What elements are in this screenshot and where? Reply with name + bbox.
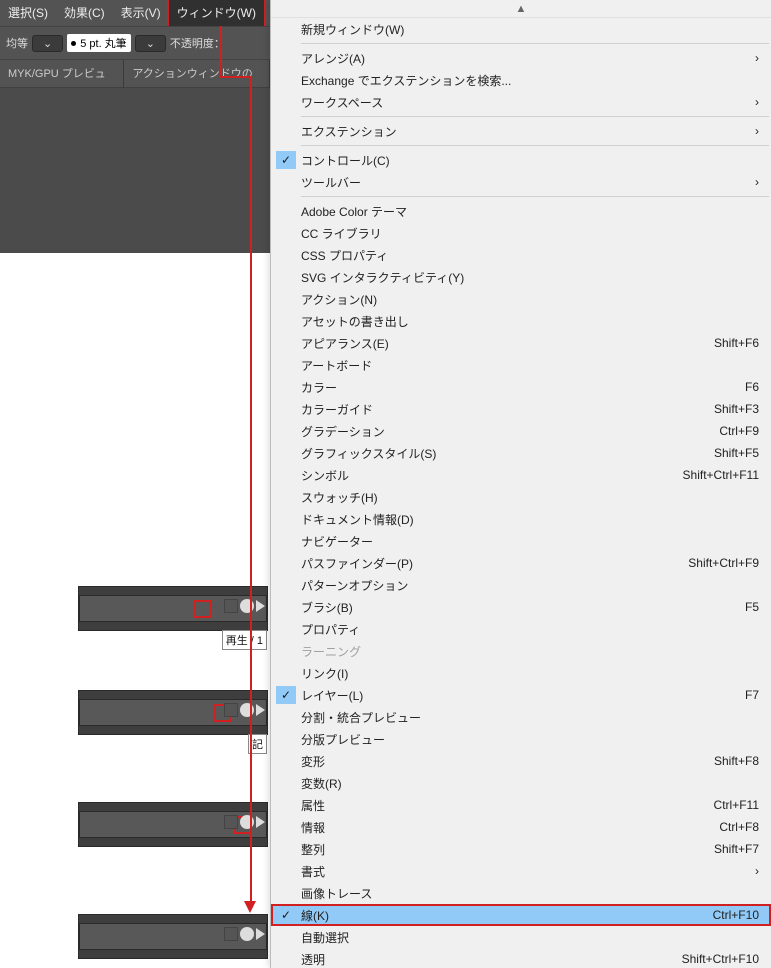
menu-item-artboard[interactable]: アートボード bbox=[271, 354, 771, 376]
chevron-right-icon: › bbox=[747, 51, 759, 65]
menu-item-swatch[interactable]: スウォッチ(H) bbox=[271, 486, 771, 508]
menu-item-exchange[interactable]: Exchange でエクステンションを検索... bbox=[271, 69, 771, 91]
uniform-dropdown[interactable]: ⌄ bbox=[32, 35, 63, 52]
menu-item-control[interactable]: ✓ コントロール(C) bbox=[271, 149, 771, 171]
opacity-label: 不透明度： bbox=[170, 35, 225, 51]
strip-label: 再生 / 1 bbox=[222, 630, 267, 650]
chevron-right-icon: › bbox=[747, 124, 759, 138]
check-icon: ✓ bbox=[276, 686, 296, 704]
document-tabbar: MYK/GPU プレビュー) × アクションウィンドウのボタン bbox=[0, 60, 270, 88]
menu-item-image-trace[interactable]: 画像トレース bbox=[271, 882, 771, 904]
stop-icon[interactable] bbox=[224, 703, 238, 717]
uniform-label: 均等 bbox=[6, 35, 28, 51]
menu-item-info[interactable]: 情報Ctrl+F8 bbox=[271, 816, 771, 838]
guide-arrow bbox=[250, 76, 252, 901]
menu-item-transform[interactable]: 変形Shift+F8 bbox=[271, 750, 771, 772]
menu-item-separation[interactable]: 分版プレビュー bbox=[271, 728, 771, 750]
transport-strip-1: 再生 / 1 bbox=[78, 586, 268, 631]
window-dropdown-menu: ▲ 新規ウィンドウ(W) アレンジ(A)› Exchange でエクステンション… bbox=[270, 0, 771, 968]
document-tab-2[interactable]: アクションウィンドウのボタン bbox=[124, 60, 270, 88]
menu-item-graphic-style[interactable]: グラフィックスタイル(S)Shift+F5 bbox=[271, 442, 771, 464]
separator bbox=[301, 43, 769, 44]
play-icon[interactable] bbox=[256, 816, 265, 828]
menu-item-workspace[interactable]: ワークスペース› bbox=[271, 91, 771, 113]
menu-item-navigator[interactable]: ナビゲーター bbox=[271, 530, 771, 552]
menu-item-transparency[interactable]: 透明Shift+Ctrl+F10 bbox=[271, 948, 771, 968]
guide-arrow bbox=[220, 76, 250, 78]
menu-item-asset-export[interactable]: アセットの書き出し bbox=[271, 310, 771, 332]
menu-item-pattern-opt[interactable]: パターンオプション bbox=[271, 574, 771, 596]
stop-icon[interactable] bbox=[224, 815, 238, 829]
menu-item-action[interactable]: アクション(N) bbox=[271, 288, 771, 310]
separator bbox=[301, 145, 769, 146]
play-icon[interactable] bbox=[256, 704, 265, 716]
check-icon: ✓ bbox=[281, 908, 291, 922]
transport-strip-4 bbox=[78, 914, 268, 959]
menu-view[interactable]: 表示(V) bbox=[113, 0, 169, 26]
stroke-weight-value: 5 pt. 丸筆 bbox=[80, 35, 126, 51]
chevron-right-icon: › bbox=[747, 864, 759, 878]
options-toolbar: 均等 ⌄ 5 pt. 丸筆 ⌄ 不透明度： bbox=[0, 26, 270, 60]
menu-item-color-guide[interactable]: カラーガイドShift+F3 bbox=[271, 398, 771, 420]
menu-item-layer[interactable]: ✓ レイヤー(L)F7 bbox=[271, 684, 771, 706]
stop-icon[interactable] bbox=[224, 927, 238, 941]
menu-item-link[interactable]: リンク(I) bbox=[271, 662, 771, 684]
menu-window[interactable]: ウィンドウ(W) bbox=[169, 0, 264, 26]
menu-item-new-window[interactable]: 新規ウィンドウ(W) bbox=[271, 18, 771, 40]
canvas-dark-top bbox=[0, 88, 270, 253]
scroll-up-arrow[interactable]: ▲ bbox=[271, 0, 771, 18]
menu-item-gradation[interactable]: グラデーションCtrl+F9 bbox=[271, 420, 771, 442]
chevron-right-icon: › bbox=[747, 95, 759, 109]
stroke-weight-dropdown[interactable]: ⌄ bbox=[135, 35, 166, 52]
menu-select[interactable]: 選択(S) bbox=[0, 0, 56, 26]
menu-item-color[interactable]: カラーF6 bbox=[271, 376, 771, 398]
menu-item-toolbar[interactable]: ツールバー› bbox=[271, 171, 771, 193]
menu-item-css-props[interactable]: CSS プロパティ bbox=[271, 244, 771, 266]
highlight-box bbox=[194, 600, 212, 618]
menu-item-variables[interactable]: 変数(R) bbox=[271, 772, 771, 794]
stop-icon[interactable] bbox=[224, 599, 238, 613]
menu-item-brush[interactable]: ブラシ(B)F5 bbox=[271, 596, 771, 618]
menu-item-appearance[interactable]: アピアランス(E)Shift+F6 bbox=[271, 332, 771, 354]
menu-item-symbol[interactable]: シンボルShift+Ctrl+F11 bbox=[271, 464, 771, 486]
canvas-area: 再生 / 1 記 bbox=[0, 88, 270, 968]
stroke-weight-chip[interactable]: 5 pt. 丸筆 bbox=[67, 34, 130, 52]
menu-item-attr[interactable]: 属性Ctrl+F11 bbox=[271, 794, 771, 816]
transport-strip-3 bbox=[78, 802, 268, 847]
record-icon[interactable] bbox=[240, 927, 254, 941]
menu-item-cc-library[interactable]: CC ライブラリ bbox=[271, 222, 771, 244]
dot-icon bbox=[71, 41, 76, 46]
menu-item-extension[interactable]: エクステンション› bbox=[271, 120, 771, 142]
guide-arrow bbox=[220, 26, 222, 76]
menu-item-learning: ラーニング bbox=[271, 640, 771, 662]
menu-item-property[interactable]: プロパティ bbox=[271, 618, 771, 640]
menu-item-doc-info[interactable]: ドキュメント情報(D) bbox=[271, 508, 771, 530]
menu-item-auto-select[interactable]: 自動選択 bbox=[271, 926, 771, 948]
menu-item-type[interactable]: 書式› bbox=[271, 860, 771, 882]
play-icon[interactable] bbox=[256, 600, 265, 612]
menu-item-align[interactable]: 整列Shift+F7 bbox=[271, 838, 771, 860]
transport-strip-2: 記 bbox=[78, 690, 268, 735]
menu-item-arrange[interactable]: アレンジ(A)› bbox=[271, 47, 771, 69]
menubar: 選択(S) 効果(C) 表示(V) ウィンドウ(W) bbox=[0, 0, 270, 26]
check-icon: ✓ bbox=[276, 151, 296, 169]
menu-item-adobe-color[interactable]: Adobe Color テーマ bbox=[271, 200, 771, 222]
menu-item-stroke[interactable]: ✓ 線(K)Ctrl+F10 bbox=[271, 904, 771, 926]
menu-effect[interactable]: 効果(C) bbox=[56, 0, 113, 26]
document-tab-1[interactable]: MYK/GPU プレビュー) × bbox=[0, 60, 124, 88]
separator bbox=[301, 116, 769, 117]
menu-item-pathfinder[interactable]: パスファインダー(P)Shift+Ctrl+F9 bbox=[271, 552, 771, 574]
separator bbox=[301, 196, 769, 197]
play-icon[interactable] bbox=[256, 928, 265, 940]
arrowhead-icon bbox=[244, 901, 256, 913]
menu-item-split-merge[interactable]: 分割・統合プレビュー bbox=[271, 706, 771, 728]
chevron-right-icon: › bbox=[747, 175, 759, 189]
menu-item-svg-inter[interactable]: SVG インタラクティビティ(Y) bbox=[271, 266, 771, 288]
